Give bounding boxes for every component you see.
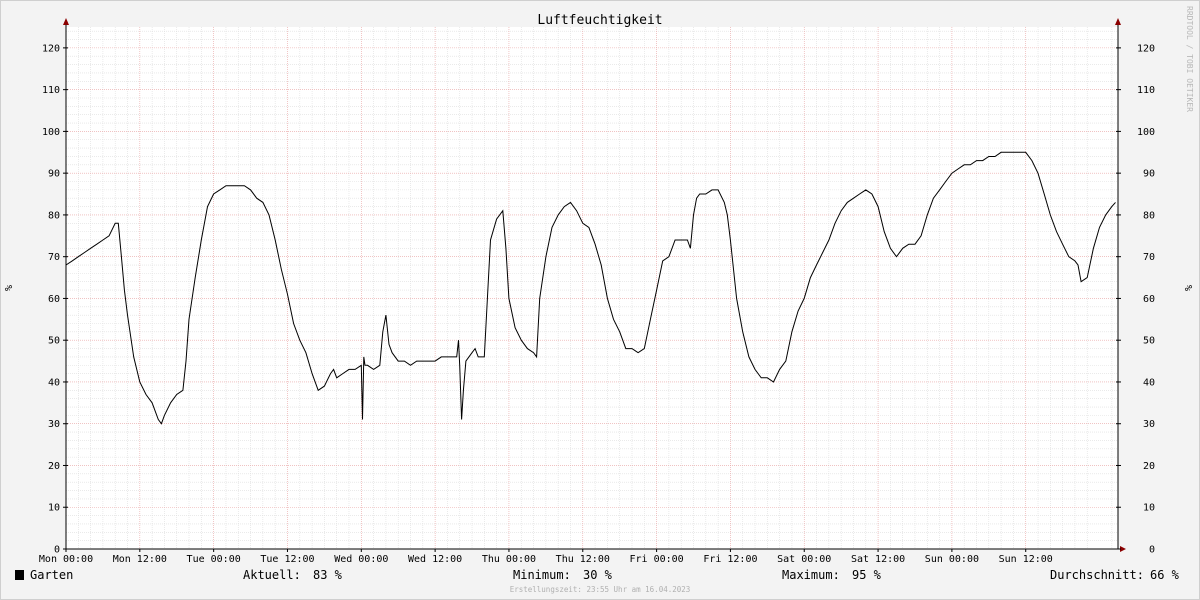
legend-durchschnitt-label: Durchschnitt:	[1050, 568, 1144, 582]
y-tick-label-left: 40	[48, 377, 60, 388]
y-tick-label-right: 20	[1143, 461, 1155, 472]
y-tick-label-left: 60	[48, 294, 60, 305]
y-tick-label-right: 120	[1137, 43, 1155, 54]
y-tick-label-left: 80	[48, 210, 60, 221]
x-tick-label: Fri 00:00	[630, 554, 684, 565]
y-ticks-left: 0102030405060708090100110120	[42, 43, 68, 556]
legend-maximum-value: 95 %	[852, 568, 882, 582]
legend-aktuell-value: 83 %	[313, 568, 343, 582]
legend-series-name: Garten	[30, 568, 73, 582]
y-axis-left-arrow	[63, 18, 69, 25]
x-tick-label: Tue 12:00	[260, 554, 314, 565]
x-tick-label: Sat 00:00	[777, 554, 831, 565]
x-tick-label: Wed 00:00	[334, 554, 388, 565]
legend-minimum-label: Minimum:	[513, 568, 571, 582]
legend-swatch	[15, 570, 24, 580]
y-tick-label-left: 110	[42, 85, 60, 96]
footer-timestamp: Erstellungszeit: 23:55 Uhr am 16.04.2023	[510, 585, 691, 594]
y-tick-label-left: 50	[48, 336, 60, 347]
y-tick-label-right: 40	[1143, 377, 1155, 388]
y-tick-label-right: 60	[1143, 294, 1155, 305]
humidity-chart: 0 10 20 30 40 50 60 70 80 90 100 110 120 0 10 20 30 40 50…	[4, 6, 1195, 594]
y-tick-label-right: 100	[1137, 127, 1155, 138]
legend-minimum-value: 30 %	[583, 568, 613, 582]
x-tick-label: Sat 12:00	[851, 554, 905, 565]
x-tick-label: Thu 00:00	[482, 554, 536, 565]
y-tick-label-right: 10	[1143, 503, 1155, 514]
y-tick-label-right: 90	[1143, 169, 1155, 180]
x-tick-label: Mon 12:00	[113, 554, 167, 565]
y-tick-label-left: 30	[48, 419, 60, 430]
y-tick-label-right: 80	[1143, 210, 1155, 221]
rrdtool-watermark: RRDTOOL / TOBI OETIKER	[1185, 6, 1194, 112]
x-tick-label: Wed 12:00	[408, 554, 462, 565]
x-tick-label: Sun 12:00	[999, 554, 1053, 565]
y-axis-label-left: %	[4, 285, 15, 291]
legend-aktuell-label: Aktuell:	[243, 568, 301, 582]
y-tick-label-right: 50	[1143, 336, 1155, 347]
y-tick-label-left: 90	[48, 169, 60, 180]
legend-maximum-label: Maximum:	[782, 568, 840, 582]
y-tick-label-left: 10	[48, 503, 60, 514]
y-tick-label-left: 100	[42, 127, 60, 138]
y-tick-label-left: 20	[48, 461, 60, 472]
chart-title: Luftfeuchtigkeit	[537, 13, 662, 28]
y-tick-label-right: 0	[1149, 545, 1155, 556]
x-ticks: Mon 00:00 Mon 12:00 Tue 00:00 Tue 12:00 Wed …	[39, 549, 1053, 565]
y-tick-label-right: 30	[1143, 419, 1155, 430]
y-ticks-right: 0 10 20 30 40 50 60 70 80 90 100 110 120	[1116, 43, 1155, 556]
x-tick-label: Sun 00:00	[925, 554, 979, 565]
y-tick-label-left: 120	[42, 43, 60, 54]
y-tick-label-right: 70	[1143, 252, 1155, 263]
plot-area	[66, 27, 1118, 549]
x-tick-label: Tue 00:00	[187, 554, 241, 565]
x-tick-label: Thu 12:00	[556, 554, 610, 565]
x-tick-label: Fri 12:00	[703, 554, 757, 565]
y-tick-label-right: 110	[1137, 85, 1155, 96]
x-tick-label: Mon 00:00	[39, 554, 93, 565]
y-axis-right-arrow	[1115, 18, 1121, 25]
y-tick-label-left: 70	[48, 252, 60, 263]
y-axis-label-right: %	[1184, 285, 1195, 291]
legend-durchschnitt-value: 66 %	[1150, 568, 1180, 582]
